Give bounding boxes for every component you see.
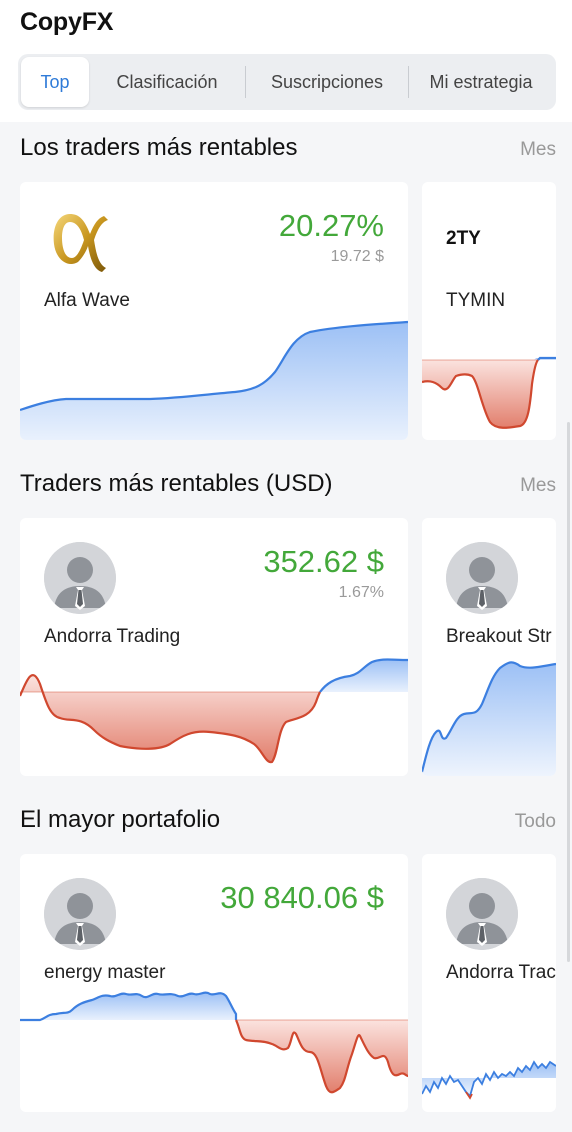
- trader-name: Breakout Str: [446, 626, 552, 647]
- alfa-wave-logo: [53, 214, 108, 272]
- tab-top[interactable]: Top: [21, 57, 89, 107]
- equity-chart: [422, 356, 556, 429]
- period-selector[interactable]: Mes: [520, 139, 556, 161]
- section-title: Traders más rentables (USD): [20, 470, 333, 497]
- section-header: Traders más rentables (USD) Mes: [20, 470, 556, 498]
- section-header: Los traders más rentables Mes: [20, 134, 556, 162]
- scrollbar[interactable]: [567, 422, 570, 962]
- equity-chart: [422, 1060, 556, 1100]
- section-header: El mayor portafolio Todo: [20, 806, 556, 834]
- trader-name: energy master: [44, 962, 166, 983]
- trader-card[interactable]: Andorra Trac: [422, 854, 556, 1112]
- equity-chart: [20, 320, 408, 440]
- trader-name: Andorra Trac: [446, 962, 556, 983]
- section-title: Los traders más rentables: [20, 134, 298, 161]
- trader-card[interactable]: 352.62 $ 1.67% Andorra Trading: [20, 518, 408, 776]
- tymin-logo: 2TY: [446, 228, 481, 249]
- user-avatar-icon: [446, 542, 518, 614]
- trader-card[interactable]: 20.27% 19.72 $ Alfa Wave: [20, 182, 408, 440]
- equity-chart: [20, 658, 408, 764]
- profit-percent: 20.27%: [278, 208, 384, 243]
- tab-mi-estrategia[interactable]: Mi estrategia: [409, 57, 553, 107]
- user-avatar-icon: [44, 878, 116, 950]
- equity-chart: [20, 991, 408, 1094]
- trader-card[interactable]: Breakout Str: [422, 518, 556, 776]
- section-title: El mayor portafolio: [20, 806, 221, 833]
- trader-name: TYMIN: [446, 290, 506, 311]
- trader-card[interactable]: 30 840.06 $ energy master: [20, 854, 408, 1112]
- trader-card[interactable]: 2TY TYMIN: [422, 182, 556, 440]
- tab-suscripciones[interactable]: Suscripciones: [246, 57, 408, 107]
- portfolio-value: 30 840.06 $: [220, 880, 384, 915]
- user-avatar-icon: [446, 878, 518, 950]
- profit-amount: 352.62 $: [263, 544, 384, 579]
- profit-percent: 1.67%: [338, 584, 384, 601]
- tab-clasificacion[interactable]: Clasificación: [89, 57, 245, 107]
- top-traders-feed[interactable]: Los traders más rentables Mes 20.27% 19.…: [0, 122, 572, 1132]
- equity-chart: [422, 661, 556, 776]
- trader-name: Andorra Trading: [44, 626, 181, 647]
- tab-bar: Top Clasificación Suscripciones Mi estra…: [18, 54, 556, 110]
- user-avatar-icon: [44, 542, 116, 614]
- profit-amount: 19.72 $: [330, 248, 384, 265]
- period-selector[interactable]: Mes: [520, 475, 556, 497]
- trader-name: Alfa Wave: [44, 290, 130, 311]
- period-selector[interactable]: Todo: [515, 811, 556, 833]
- app-title: CopyFX: [20, 8, 114, 36]
